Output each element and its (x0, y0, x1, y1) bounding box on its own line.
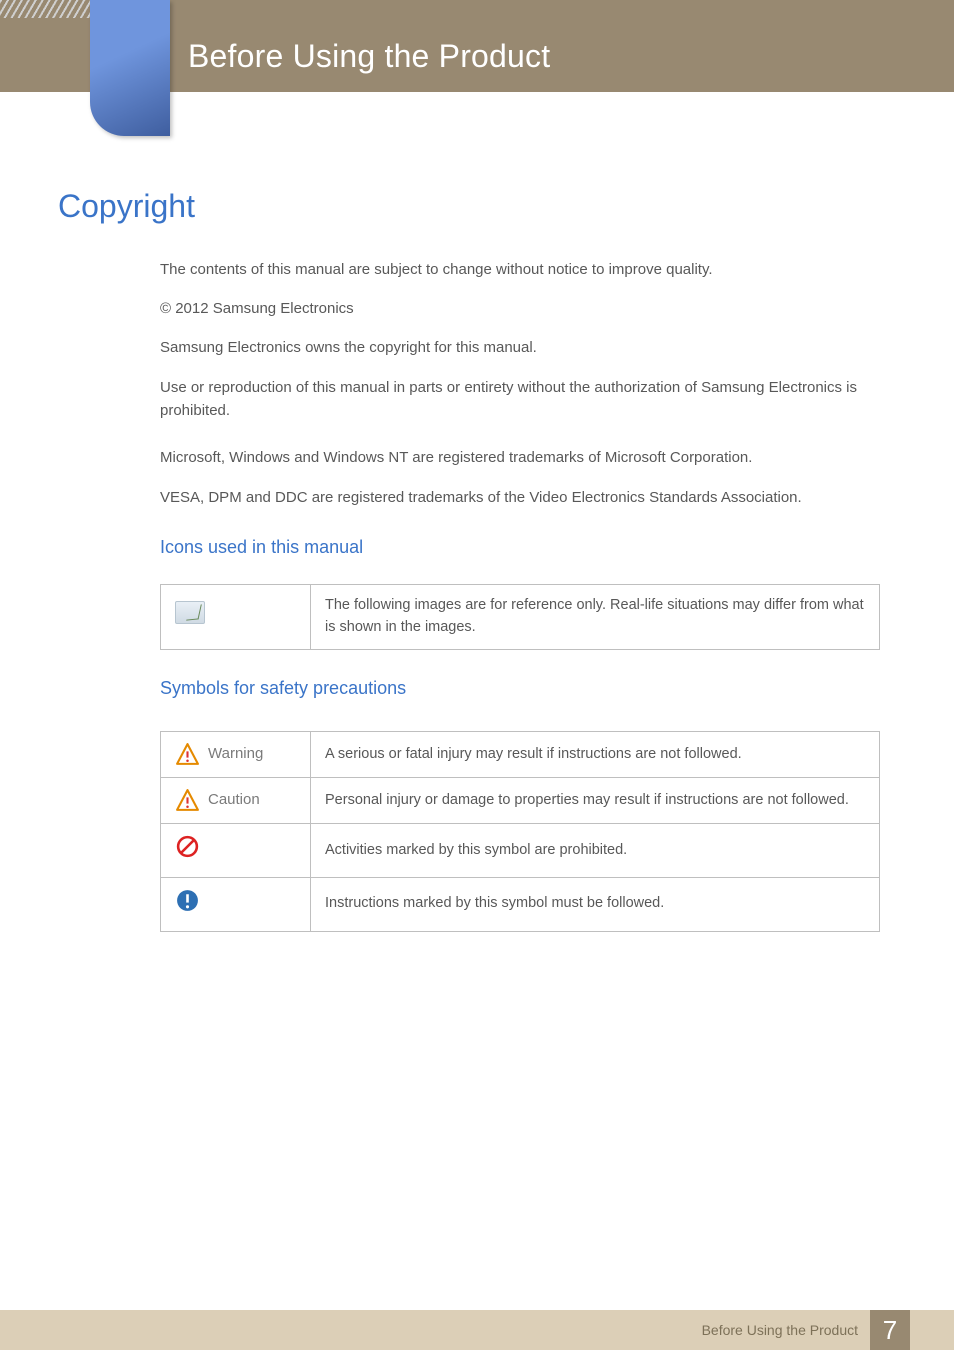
copyright-p5: Microsoft, Windows and Windows NT are re… (160, 446, 880, 469)
symbols-subheading: Symbols for safety precautions (160, 678, 406, 699)
must-follow-icon (175, 888, 200, 913)
copyright-p3: Samsung Electronics owns the copyright f… (160, 336, 880, 359)
copyright-p4: Use or reproduction of this manual in pa… (160, 376, 880, 423)
caution-desc: Personal injury or damage to properties … (311, 778, 880, 824)
icons-symbol-cell (161, 585, 311, 650)
page-title: Before Using the Product (188, 38, 550, 75)
table-row: Instructions marked by this symbol must … (161, 877, 880, 931)
footer-page-number: 7 (870, 1310, 910, 1350)
footer-bar: Before Using the Product 7 (0, 1310, 954, 1350)
warning-symbol-cell: Warning (161, 732, 311, 778)
icons-desc-cell: The following images are for reference o… (311, 585, 880, 650)
mustfollow-desc: Instructions marked by this symbol must … (311, 877, 880, 931)
copyright-p2: © 2012 Samsung Electronics (160, 297, 880, 320)
table-row: Warning A serious or fatal injury may re… (161, 732, 880, 778)
copyright-p1: The contents of this manual are subject … (160, 258, 880, 281)
prohibited-desc: Activities marked by this symbol are pro… (311, 824, 880, 878)
copyright-heading: Copyright (58, 188, 195, 225)
note-icon (175, 601, 205, 624)
warning-label: Warning (208, 743, 263, 766)
copyright-p6: VESA, DPM and DDC are registered tradema… (160, 486, 880, 509)
icons-subheading: Icons used in this manual (160, 537, 363, 558)
mustfollow-symbol-cell (161, 877, 311, 931)
warning-desc: A serious or fatal injury may result if … (311, 732, 880, 778)
footer-text: Before Using the Product (702, 1322, 858, 1338)
prohibited-icon (175, 834, 200, 859)
table-row: Caution Personal injury or damage to pro… (161, 778, 880, 824)
table-row: The following images are for reference o… (161, 585, 880, 650)
prohibited-symbol-cell (161, 824, 311, 878)
warning-triangle-icon (175, 742, 200, 767)
caution-triangle-icon (175, 788, 200, 813)
caution-symbol-cell: Caution (161, 778, 311, 824)
chapter-tab (90, 0, 170, 136)
table-row: Activities marked by this symbol are pro… (161, 824, 880, 878)
icons-table: The following images are for reference o… (160, 584, 880, 650)
symbols-table: Warning A serious or fatal injury may re… (160, 731, 880, 932)
caution-label: Caution (208, 789, 260, 812)
